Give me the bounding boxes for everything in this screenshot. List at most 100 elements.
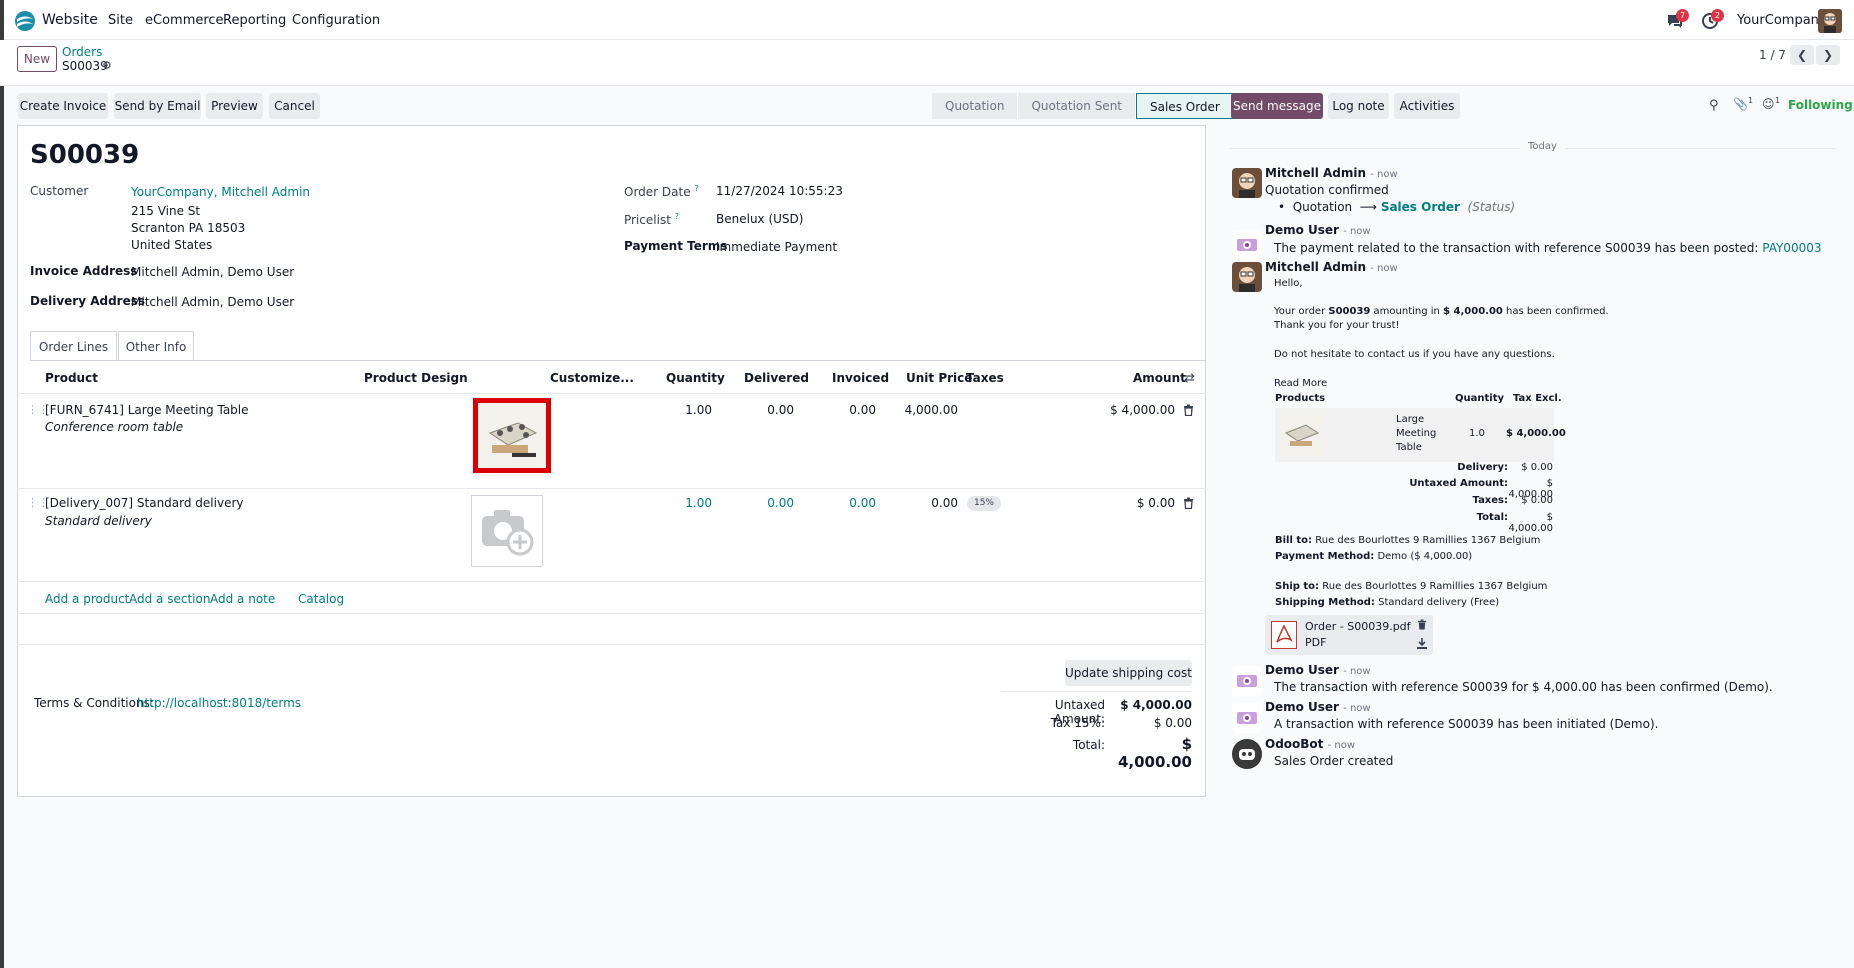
app-logo-icon[interactable] xyxy=(14,10,36,32)
row2-unit-price[interactable]: 0.00 xyxy=(898,496,958,510)
row1-quantity[interactable]: 1.00 xyxy=(672,403,712,417)
add-note-link[interactable]: Add a note xyxy=(210,592,275,606)
embedded-product-qty: 1.0 xyxy=(1469,428,1485,439)
row1-product-design-image[interactable] xyxy=(473,398,551,473)
row1-delete-trash-icon[interactable] xyxy=(1183,404,1194,416)
payment-terms-field[interactable]: Immediate Payment xyxy=(716,240,837,254)
gear-icon[interactable]: ⚙ xyxy=(102,59,112,72)
delivery-address-field[interactable]: Mitchell Admin, Demo User xyxy=(131,295,294,309)
row2-delete-trash-icon[interactable] xyxy=(1183,497,1194,509)
company-switcher[interactable]: YourCompany xyxy=(1737,13,1827,28)
message-author[interactable]: Demo User - now xyxy=(1265,223,1371,237)
embedded-product-name-3: Table xyxy=(1396,442,1422,453)
drag-handle-icon[interactable]: ⋮⋮ xyxy=(27,403,49,416)
customer-link[interactable]: YourCompany, Mitchell Admin xyxy=(131,185,310,199)
row1-description[interactable]: Conference room table xyxy=(45,420,183,434)
app-name[interactable]: Website xyxy=(42,12,98,28)
row2-image-placeholder[interactable] xyxy=(471,495,543,567)
catalog-link[interactable]: Catalog xyxy=(298,592,344,606)
terms-link[interactable]: http://localhost:8018/terms xyxy=(137,696,301,710)
menu-site[interactable]: Site xyxy=(108,13,133,28)
pricelist-label: Pricelist ? xyxy=(624,212,679,227)
add-product-link[interactable]: Add a product xyxy=(45,592,129,606)
row2-invoiced: 0.00 xyxy=(849,496,876,510)
attachment-download-icon[interactable] xyxy=(1417,638,1427,649)
email-line-thanks: Thank you for your trust! xyxy=(1274,320,1400,331)
create-invoice-button[interactable]: Create Invoice xyxy=(18,93,108,119)
pager-next-button[interactable]: ❯ xyxy=(1816,45,1840,65)
tab-other-info[interactable]: Other Info xyxy=(118,331,194,361)
menu-reporting[interactable]: Reporting xyxy=(223,13,286,28)
col-delivered[interactable]: Delivered xyxy=(744,371,809,385)
row1-unit-price[interactable]: 4,000.00 xyxy=(898,403,958,417)
stage-quotation[interactable]: Quotation xyxy=(932,93,1019,119)
author-avatar[interactable] xyxy=(1232,168,1262,198)
activities-count-badge: 2 xyxy=(1711,9,1724,22)
attachments-paperclip-icon[interactable]: 📎 xyxy=(1733,97,1748,111)
embedded-col-tax-excl: Tax Excl. xyxy=(1513,393,1562,404)
tab-order-lines[interactable]: Order Lines xyxy=(30,331,117,361)
pager-previous-button[interactable]: ❮ xyxy=(1790,45,1814,65)
row2-description[interactable]: Standard delivery xyxy=(45,514,152,528)
row2-quantity[interactable]: 1.00 xyxy=(672,496,712,510)
attachment-card[interactable]: Order - S00039.pdf PDF xyxy=(1265,615,1433,655)
row2-tax-badge[interactable]: 15% xyxy=(967,496,1001,511)
message-time: - now xyxy=(1370,263,1398,274)
row1-delivered[interactable]: 0.00 xyxy=(752,403,794,417)
col-quantity[interactable]: Quantity xyxy=(666,371,725,385)
message-author[interactable]: OdooBot - now xyxy=(1265,737,1355,751)
breadcrumb-orders[interactable]: Orders xyxy=(62,45,102,59)
row2-product[interactable]: [Delivery_007] Standard delivery xyxy=(45,496,244,510)
payment-icon xyxy=(1232,230,1262,260)
read-more-link[interactable]: Read More xyxy=(1274,378,1327,389)
author-avatar[interactable] xyxy=(1232,262,1262,292)
table-bottom-divider xyxy=(17,613,1206,614)
drag-handle-icon[interactable]: ⋮⋮ xyxy=(27,496,49,509)
optional-columns-icon[interactable]: ⇄ xyxy=(1184,371,1195,386)
menu-configuration[interactable]: Configuration xyxy=(292,13,380,28)
user-avatar[interactable] xyxy=(1818,9,1842,33)
pager-value[interactable]: 1 / 7 xyxy=(1759,48,1786,62)
col-product-design[interactable]: Product Design xyxy=(364,371,468,385)
col-invoiced[interactable]: Invoiced xyxy=(832,371,889,385)
stage-sales-order[interactable]: Sales Order xyxy=(1136,93,1234,119)
col-unit-price[interactable]: Unit Price xyxy=(906,371,972,385)
log-note-button[interactable]: Log note xyxy=(1328,93,1389,119)
update-shipping-cost-button[interactable]: Update shipping cost xyxy=(1065,660,1192,686)
menu-ecommerce[interactable]: eCommerce xyxy=(145,13,224,28)
stage-quotation-sent[interactable]: Quotation Sent xyxy=(1018,93,1136,119)
col-product[interactable]: Product xyxy=(45,371,98,385)
help-tooltip-icon[interactable]: ? xyxy=(694,184,698,193)
send-by-email-button[interactable]: Send by Email xyxy=(114,93,201,119)
attachment-delete-trash-icon[interactable] xyxy=(1417,619,1427,630)
followers-count: 1 xyxy=(1775,96,1781,105)
terms-label: Terms & Conditions: xyxy=(34,696,154,710)
followers-user-icon[interactable]: ☺ xyxy=(1762,97,1775,111)
message-time: - now xyxy=(1370,169,1398,180)
col-taxes[interactable]: Taxes xyxy=(966,371,1004,385)
row1-product[interactable]: [FURN_6741] Large Meeting Table xyxy=(45,403,249,417)
search-messages-icon[interactable]: ⚲ xyxy=(1709,98,1719,113)
col-customize[interactable]: Customize... xyxy=(550,371,634,385)
preview-button[interactable]: Preview xyxy=(206,93,263,119)
help-tooltip-icon[interactable]: ? xyxy=(675,212,679,221)
row2-delivered[interactable]: 0.00 xyxy=(752,496,794,510)
message-author[interactable]: Demo User - now xyxy=(1265,663,1371,677)
message-author[interactable]: Demo User - now xyxy=(1265,700,1371,714)
message-author[interactable]: Mitchell Admin - now xyxy=(1265,260,1398,274)
message-author[interactable]: Mitchell Admin - now xyxy=(1265,166,1398,180)
invoice-address-field[interactable]: Mitchell Admin, Demo User xyxy=(131,265,294,279)
meeting-table-thumbnail xyxy=(478,403,546,468)
new-button[interactable]: New xyxy=(17,46,57,72)
send-message-button[interactable]: Send message xyxy=(1231,93,1323,119)
activities-button[interactable]: Activities xyxy=(1394,93,1460,119)
add-section-link[interactable]: Add a section xyxy=(129,592,210,606)
pricelist-field[interactable]: Benelux (USD) xyxy=(716,212,803,226)
cancel-button[interactable]: Cancel xyxy=(269,93,320,119)
following-toggle[interactable]: Following xyxy=(1788,98,1853,112)
odoobot-avatar[interactable] xyxy=(1232,739,1262,769)
order-date-field[interactable]: 11/27/2024 10:55:23 xyxy=(716,184,843,198)
payment-link[interactable]: PAY00003 xyxy=(1762,241,1821,255)
col-amount[interactable]: Amount xyxy=(1133,371,1186,385)
tracking-value-change: • Quotation ⟶ Sales Order (Status) xyxy=(1278,200,1516,214)
